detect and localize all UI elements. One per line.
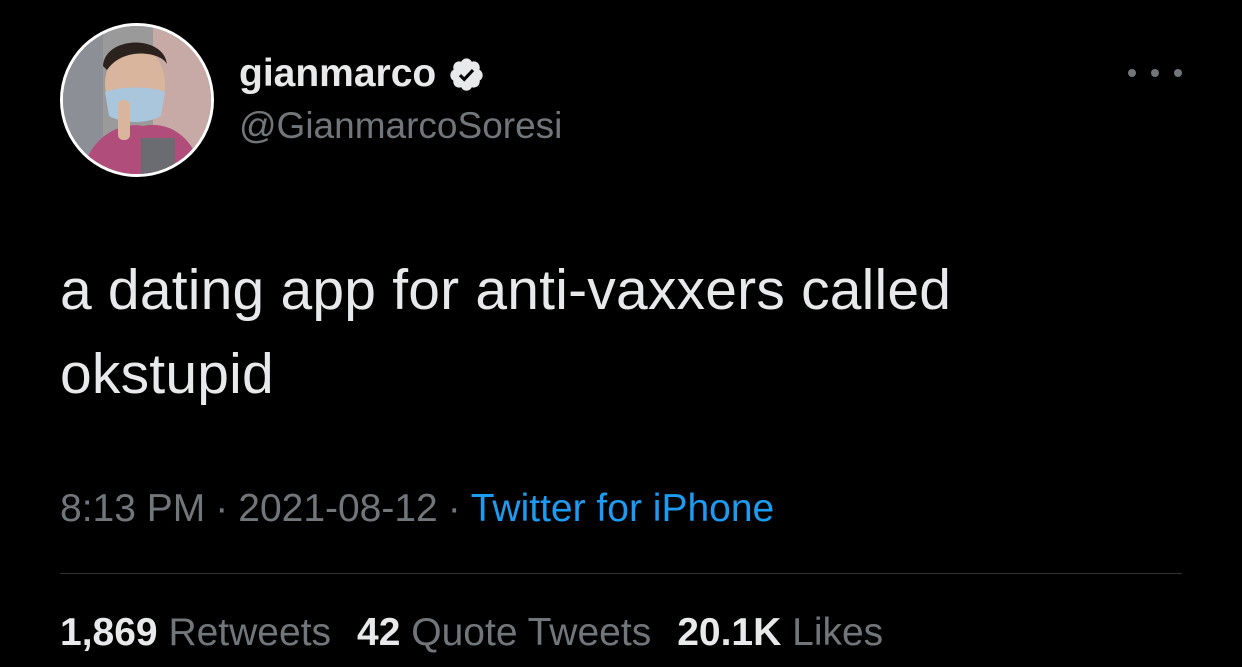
verified-badge-icon [450,57,483,91]
avatar[interactable] [60,23,214,177]
tweet-meta: 8:13 PM · 2021-08-12 · Twitter for iPhone [60,486,774,532]
more-options-icon[interactable] [1128,60,1182,86]
tweet-source-link[interactable]: Twitter for iPhone [471,487,774,530]
tweet-text-line: okstupid [60,342,274,406]
meta-separator: · [215,487,229,530]
quote-tweets-count: 42 [357,611,401,654]
more-dot [1151,69,1159,77]
likes-stat[interactable]: 20.1K Likes [677,610,883,656]
display-name[interactable]: gianmarco [239,51,485,97]
quote-tweets-stat[interactable]: 42 Quote Tweets [357,610,651,656]
divider [60,573,1182,574]
more-dot [1128,69,1136,77]
retweets-label: Retweets [168,611,332,654]
tweet-text: a dating app for anti-vaxxers called oks… [60,248,1190,416]
tweet-time[interactable]: 8:13 PM [60,487,205,530]
likes-count: 20.1K [677,611,782,654]
quote-tweets-label: Quote Tweets [411,611,652,654]
avatar-photo [63,26,211,174]
user-handle[interactable]: @GianmarcoSoresi [239,104,562,148]
retweets-count: 1,869 [60,611,158,654]
likes-label: Likes [792,611,884,654]
tweet-text-line: a dating app for anti-vaxxers called [60,258,952,322]
more-dot [1174,69,1182,77]
display-name-text[interactable]: gianmarco [239,51,436,97]
retweets-stat[interactable]: 1,869 Retweets [60,610,331,656]
tweet-card: gianmarco @GianmarcoSoresi a dating app … [0,0,1242,667]
tweet-stats: 1,869 Retweets 42 Quote Tweets 20.1K Lik… [60,610,883,656]
avatar-image [63,26,211,174]
tweet-date[interactable]: 2021-08-12 [238,487,438,530]
meta-separator: · [447,487,461,530]
